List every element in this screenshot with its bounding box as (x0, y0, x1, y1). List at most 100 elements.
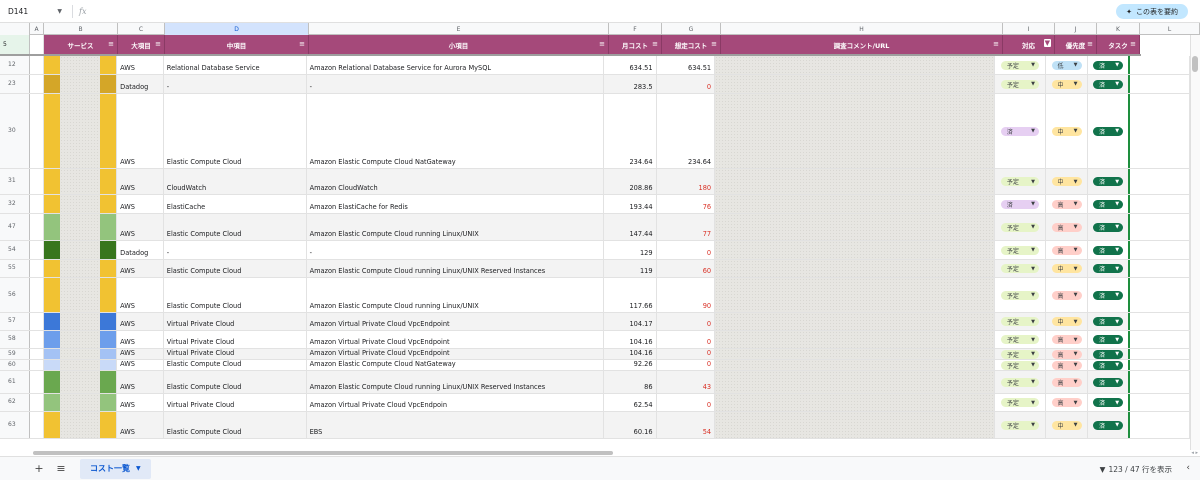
dropdown-arrow-icon[interactable]: ▼ (1115, 379, 1119, 385)
column-header-a[interactable]: A (30, 23, 44, 35)
cell-l[interactable] (1130, 75, 1191, 93)
row-number[interactable]: 58 (0, 331, 30, 348)
redacted-comment-cell[interactable] (715, 394, 995, 411)
mid-item-cell[interactable]: Relational Database Service (164, 56, 307, 74)
dropdown-arrow-icon[interactable]: ▼ (1115, 337, 1119, 343)
redacted-comment-cell[interactable] (715, 214, 995, 240)
task-chip[interactable]: 済 ▼ (1093, 317, 1124, 326)
column-header-i[interactable]: I (1003, 23, 1055, 35)
est-cost-cell[interactable]: 77 (656, 214, 716, 240)
collapse-icon[interactable]: ‹ (1186, 463, 1190, 473)
column-header-e[interactable]: E (309, 23, 609, 35)
cell-a[interactable] (30, 195, 44, 213)
service-cell[interactable] (43, 313, 118, 330)
action-cell[interactable]: 済 ▼ (995, 195, 1047, 213)
priority-chip[interactable]: 高 ▼ (1051, 199, 1082, 209)
monthly-cost-cell[interactable]: 104.16 (604, 331, 657, 348)
row-number[interactable]: 55 (0, 260, 30, 277)
row-number[interactable]: 30 (0, 94, 30, 168)
filter-icon[interactable]: ≡ (652, 40, 658, 48)
action-cell[interactable]: 予定 ▼ (995, 394, 1047, 411)
mid-item-cell[interactable]: - (163, 75, 307, 93)
cell-a[interactable] (30, 94, 44, 168)
header-comment[interactable]: 調査コメント/URL ≡ (721, 35, 1003, 54)
task-chip[interactable]: 済 ▼ (1093, 245, 1124, 255)
horizontal-scroll-thumb[interactable] (33, 451, 613, 455)
priority-cell[interactable]: 中 ▼ (1046, 169, 1088, 194)
monthly-cost-cell[interactable]: 86 (603, 371, 657, 393)
action-chip[interactable]: 予定 ▼ (1000, 264, 1039, 273)
row-number[interactable]: 62 (0, 394, 30, 411)
cell-l[interactable] (1130, 360, 1191, 370)
dropdown-arrow-icon[interactable]: ▼ (1074, 128, 1078, 134)
monthly-cost-cell[interactable]: 283.5 (603, 75, 657, 93)
dropdown-arrow-icon[interactable]: ▼ (1115, 247, 1119, 253)
priority-chip[interactable]: 高 ▼ (1051, 290, 1082, 300)
sub-item-cell[interactable]: - (307, 241, 604, 259)
sub-item-cell[interactable]: EBS (306, 412, 604, 438)
redacted-comment-cell[interactable] (715, 278, 995, 312)
filter-icon[interactable]: ≡ (108, 40, 114, 48)
priority-chip[interactable]: 中 ▼ (1051, 264, 1082, 273)
est-cost-cell[interactable]: 0 (656, 313, 716, 330)
service-cell[interactable] (43, 371, 118, 393)
column-header-f[interactable]: F (609, 23, 662, 35)
priority-chip[interactable]: 高 ▼ (1051, 377, 1082, 387)
cell-l[interactable] (1130, 214, 1191, 240)
column-header-k[interactable]: K (1097, 23, 1140, 35)
est-cost-cell[interactable]: 0 (656, 349, 716, 359)
priority-chip[interactable]: 中 ▼ (1051, 126, 1082, 136)
cell-a[interactable] (30, 412, 44, 438)
action-chip[interactable]: 予定 ▼ (1000, 290, 1039, 300)
service-cell[interactable] (43, 260, 118, 277)
mid-item-cell[interactable]: Elastic Compute Cloud (163, 371, 307, 393)
vertical-scroll-thumb[interactable] (1192, 56, 1198, 72)
monthly-cost-cell[interactable]: 234.64 (604, 94, 657, 168)
action-cell[interactable]: 予定 ▼ (995, 360, 1047, 370)
action-chip[interactable]: 予定 ▼ (1000, 177, 1039, 186)
monthly-cost-cell[interactable]: 104.17 (603, 313, 657, 330)
task-chip[interactable]: 済 ▼ (1093, 420, 1124, 430)
monthly-cost-cell[interactable]: 129 (604, 241, 657, 259)
priority-chip[interactable]: 中 ▼ (1051, 177, 1082, 186)
sub-item-cell[interactable]: Amazon Elastic Compute Cloud running Lin… (306, 371, 604, 393)
service-cell[interactable] (43, 349, 118, 359)
row-number[interactable]: 32 (0, 195, 30, 213)
mid-item-cell[interactable]: Virtual Private Cloud (163, 349, 307, 359)
row-number[interactable]: 31 (0, 169, 30, 194)
redacted-comment-cell[interactable] (715, 169, 995, 194)
column-header-h[interactable]: H (721, 23, 1003, 35)
dropdown-arrow-icon[interactable]: ▼ (1031, 362, 1035, 368)
est-cost-cell[interactable]: 0 (657, 394, 716, 411)
dropdown-arrow-icon[interactable]: ▼ (1031, 247, 1035, 253)
sub-item-cell[interactable]: Amazon Virtual Private Cloud VpcEndpoint (306, 349, 604, 359)
mid-item-cell[interactable]: Elastic Compute Cloud (163, 214, 307, 240)
priority-cell[interactable]: 高 ▼ (1046, 371, 1088, 393)
dropdown-arrow-icon[interactable]: ▼ (1115, 319, 1119, 325)
service-cell[interactable] (43, 394, 118, 411)
service-cell[interactable] (43, 169, 118, 194)
dropdown-arrow-icon[interactable]: ▼ (1074, 362, 1078, 368)
mid-item-cell[interactable]: Elastic Compute Cloud (163, 260, 307, 277)
dropdown-arrow-icon[interactable]: ▼ (1074, 292, 1078, 298)
dropdown-arrow-icon[interactable]: ▼ (1031, 224, 1035, 230)
est-cost-cell[interactable]: 43 (656, 371, 716, 393)
filter-icon[interactable]: ≡ (993, 40, 999, 48)
priority-chip[interactable]: 高 ▼ (1051, 245, 1082, 255)
action-chip[interactable]: 済 ▼ (1000, 126, 1039, 136)
dropdown-arrow-icon[interactable]: ▼ (1115, 362, 1119, 368)
priority-cell[interactable]: 高 ▼ (1046, 349, 1088, 359)
task-cell[interactable]: 済 ▼ (1087, 412, 1131, 438)
cell-l[interactable] (1130, 313, 1191, 330)
priority-chip[interactable]: 中 ▼ (1051, 420, 1082, 430)
cell-l[interactable] (1130, 394, 1191, 411)
redacted-comment-cell[interactable] (715, 313, 995, 330)
row-number[interactable]: 47 (0, 214, 30, 240)
task-chip[interactable]: 済 ▼ (1093, 290, 1124, 300)
cell-l[interactable] (1130, 56, 1191, 74)
category-cell[interactable]: AWS (117, 360, 164, 370)
est-cost-cell[interactable]: 54 (656, 412, 716, 438)
dropdown-arrow-icon[interactable]: ▼ (1115, 224, 1119, 230)
column-header-b[interactable]: B (44, 23, 118, 35)
priority-cell[interactable]: 中 ▼ (1046, 313, 1088, 330)
